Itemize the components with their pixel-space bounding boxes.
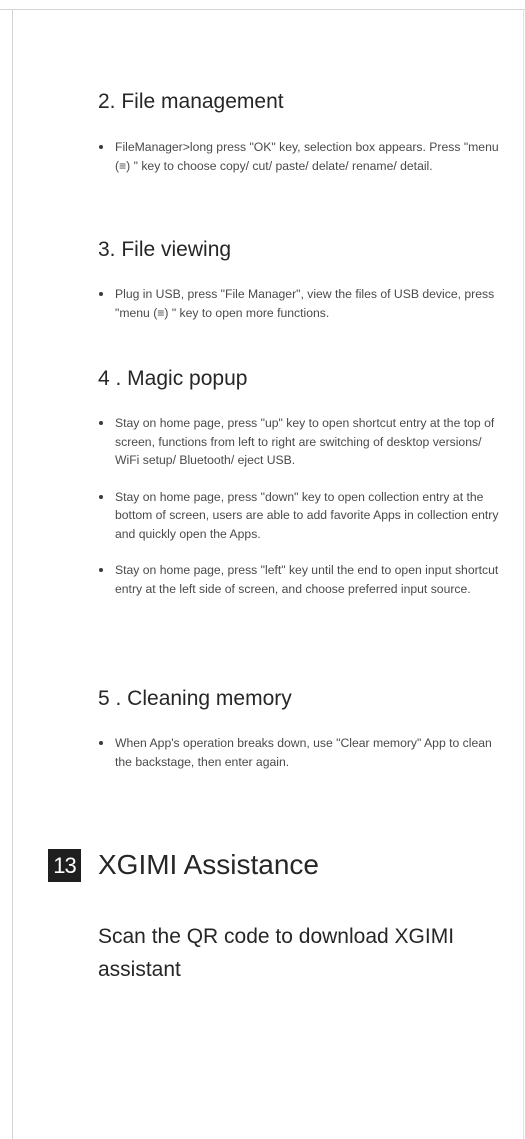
- bullet-dot-icon: [99, 494, 103, 499]
- chapter-title: XGIMI Assistance: [98, 849, 319, 880]
- bullet-dot-icon: [99, 292, 103, 296]
- section-file-viewing: 3. File viewing Plug in USB, press "File…: [98, 237, 508, 322]
- bullet-text: When App's operation breaks down, use "C…: [115, 736, 492, 769]
- section-magic-popup: 4 . Magic popup Stay on home page, press…: [98, 366, 508, 598]
- section-heading: 4 . Magic popup: [98, 367, 248, 390]
- bullet-dot-icon: [99, 741, 103, 745]
- chapter-heading: 13 XGIMI Assistance: [48, 848, 319, 882]
- bullet-text: Plug in USB, press "File Manager", view …: [115, 287, 495, 320]
- bullet-item: Plug in USB, press "File Manager", view …: [98, 285, 508, 322]
- bullet-text: Stay on home page, press "down" key to o…: [115, 489, 499, 541]
- bullet-item: Stay on home page, press "down" key to o…: [98, 488, 508, 544]
- scan-instruction: Scan the QR code to download XGIMI assis…: [98, 925, 455, 981]
- bullet-item: When App's operation breaks down, use "C…: [98, 734, 508, 771]
- bullet-dot-icon: [99, 568, 103, 572]
- bullet-text: FileManager>long press "OK" key, selecti…: [115, 140, 499, 173]
- chapter-number-badge: 13: [48, 848, 81, 882]
- bullet-text: Stay on home page, press "up" key to ope…: [115, 416, 495, 467]
- section-heading: 2. File management: [98, 90, 284, 113]
- section-heading: 3. File viewing: [98, 238, 232, 261]
- bullet-item: Stay on home page, press "left" key unti…: [98, 561, 508, 598]
- right-margin-line: [523, 9, 524, 1139]
- bullet-dot-icon: [99, 145, 103, 149]
- bullet-text: Stay on home page, press "left" key unti…: [115, 563, 499, 596]
- section-heading: 5 . Cleaning memory: [98, 687, 292, 710]
- bullet-item: FileManager>long press "OK" key, selecti…: [98, 138, 508, 175]
- left-margin-line: [12, 9, 13, 1139]
- section-file-management: 2. File management FileManager>long pres…: [98, 89, 508, 175]
- section-cleaning-memory: 5 . Cleaning memory When App's operation…: [98, 686, 508, 771]
- top-divider: [0, 9, 525, 10]
- bullet-item: Stay on home page, press "up" key to ope…: [98, 414, 508, 470]
- bullet-dot-icon: [99, 421, 103, 425]
